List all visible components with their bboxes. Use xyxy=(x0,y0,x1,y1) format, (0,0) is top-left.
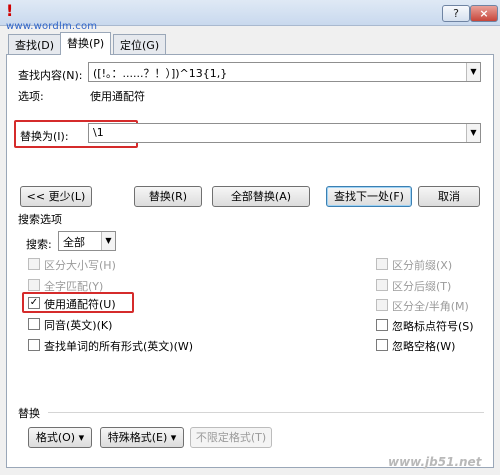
search-options-heading: 搜索选项 xyxy=(18,213,62,226)
format-button[interactable]: 格式(O) ▾ xyxy=(28,427,92,448)
no-formatting-button[interactable]: 不限定格式(T) xyxy=(190,427,272,448)
checkbox-match-case-label: 区分大小写(H) xyxy=(44,259,116,272)
checkbox-all-word-forms-label: 查找单词的所有形式(英文)(W) xyxy=(44,340,194,353)
tab-replace[interactable]: 替换(P) xyxy=(60,32,112,55)
replace-label: 替换为(I): xyxy=(20,130,69,143)
replace-dropdown-icon[interactable]: ▼ xyxy=(466,124,480,142)
replace-all-button[interactable]: 全部替换(A) xyxy=(212,186,310,207)
checkbox-whole-word[interactable] xyxy=(28,279,40,291)
checkbox-sounds-like-label: 同音(英文)(K) xyxy=(44,319,113,332)
checkbox-match-prefix[interactable] xyxy=(376,258,388,270)
options-value: 使用通配符 xyxy=(90,90,145,103)
check-mark-icon: ✓ xyxy=(29,297,39,308)
watermark-bottom: www.jb51.net xyxy=(388,455,482,469)
checkbox-ignore-punctuation[interactable] xyxy=(376,319,388,331)
replace-section-heading: 替换 xyxy=(18,407,40,420)
search-scope-value: 全部 xyxy=(63,236,85,249)
search-scope-dropdown-icon[interactable]: ▼ xyxy=(101,232,115,250)
tab-goto[interactable]: 定位(G) xyxy=(113,34,167,54)
checkbox-match-prefix-label: 区分前缀(X) xyxy=(392,259,453,272)
checkbox-ignore-whitespace-label: 忽略空格(W) xyxy=(392,340,456,353)
replace-input[interactable]: \1 xyxy=(88,123,481,143)
find-input[interactable]: ([!。：......？！）])^13{1,} xyxy=(88,62,481,82)
find-next-button[interactable]: 查找下一处(F) xyxy=(326,186,412,207)
checkbox-match-width-label: 区分全/半角(M) xyxy=(392,300,469,313)
special-format-button[interactable]: 特殊格式(E) ▾ xyxy=(100,427,184,448)
options-label: 选项: xyxy=(18,90,44,103)
watermark-top: www.wordlm.com xyxy=(6,21,98,32)
checkbox-match-suffix-label: 区分后缀(T) xyxy=(392,280,452,293)
checkbox-sounds-like[interactable] xyxy=(28,318,40,330)
close-button[interactable]: × xyxy=(470,5,498,22)
checkbox-match-case[interactable] xyxy=(28,258,40,270)
replace-button[interactable]: 替换(R) xyxy=(134,186,202,207)
checkbox-match-width[interactable] xyxy=(376,299,388,311)
checkbox-ignore-punctuation-label: 忽略标点符号(S) xyxy=(392,320,474,333)
checkbox-match-suffix[interactable] xyxy=(376,279,388,291)
less-button[interactable]: << 更少(L) xyxy=(20,186,92,207)
checkbox-ignore-whitespace[interactable] xyxy=(376,339,388,351)
help-button[interactable]: ? xyxy=(442,5,470,22)
tab-find[interactable]: 查找(D) xyxy=(8,34,62,54)
find-input-value: ([!。：......？！）])^13{1,} xyxy=(93,67,228,80)
replace-section-divider xyxy=(48,412,484,413)
replace-input-value: \1 xyxy=(93,126,104,139)
checkbox-use-wildcards[interactable]: ✓ xyxy=(28,297,40,309)
cancel-button[interactable]: 取消 xyxy=(418,186,480,207)
checkbox-all-word-forms[interactable] xyxy=(28,339,40,351)
find-dropdown-icon[interactable]: ▼ xyxy=(466,63,480,81)
checkbox-use-wildcards-label: 使用通配符(U) xyxy=(44,298,116,311)
title-mark: ! xyxy=(6,1,14,20)
search-label: 搜索: xyxy=(26,238,52,251)
find-label: 查找内容(N): xyxy=(18,69,83,82)
